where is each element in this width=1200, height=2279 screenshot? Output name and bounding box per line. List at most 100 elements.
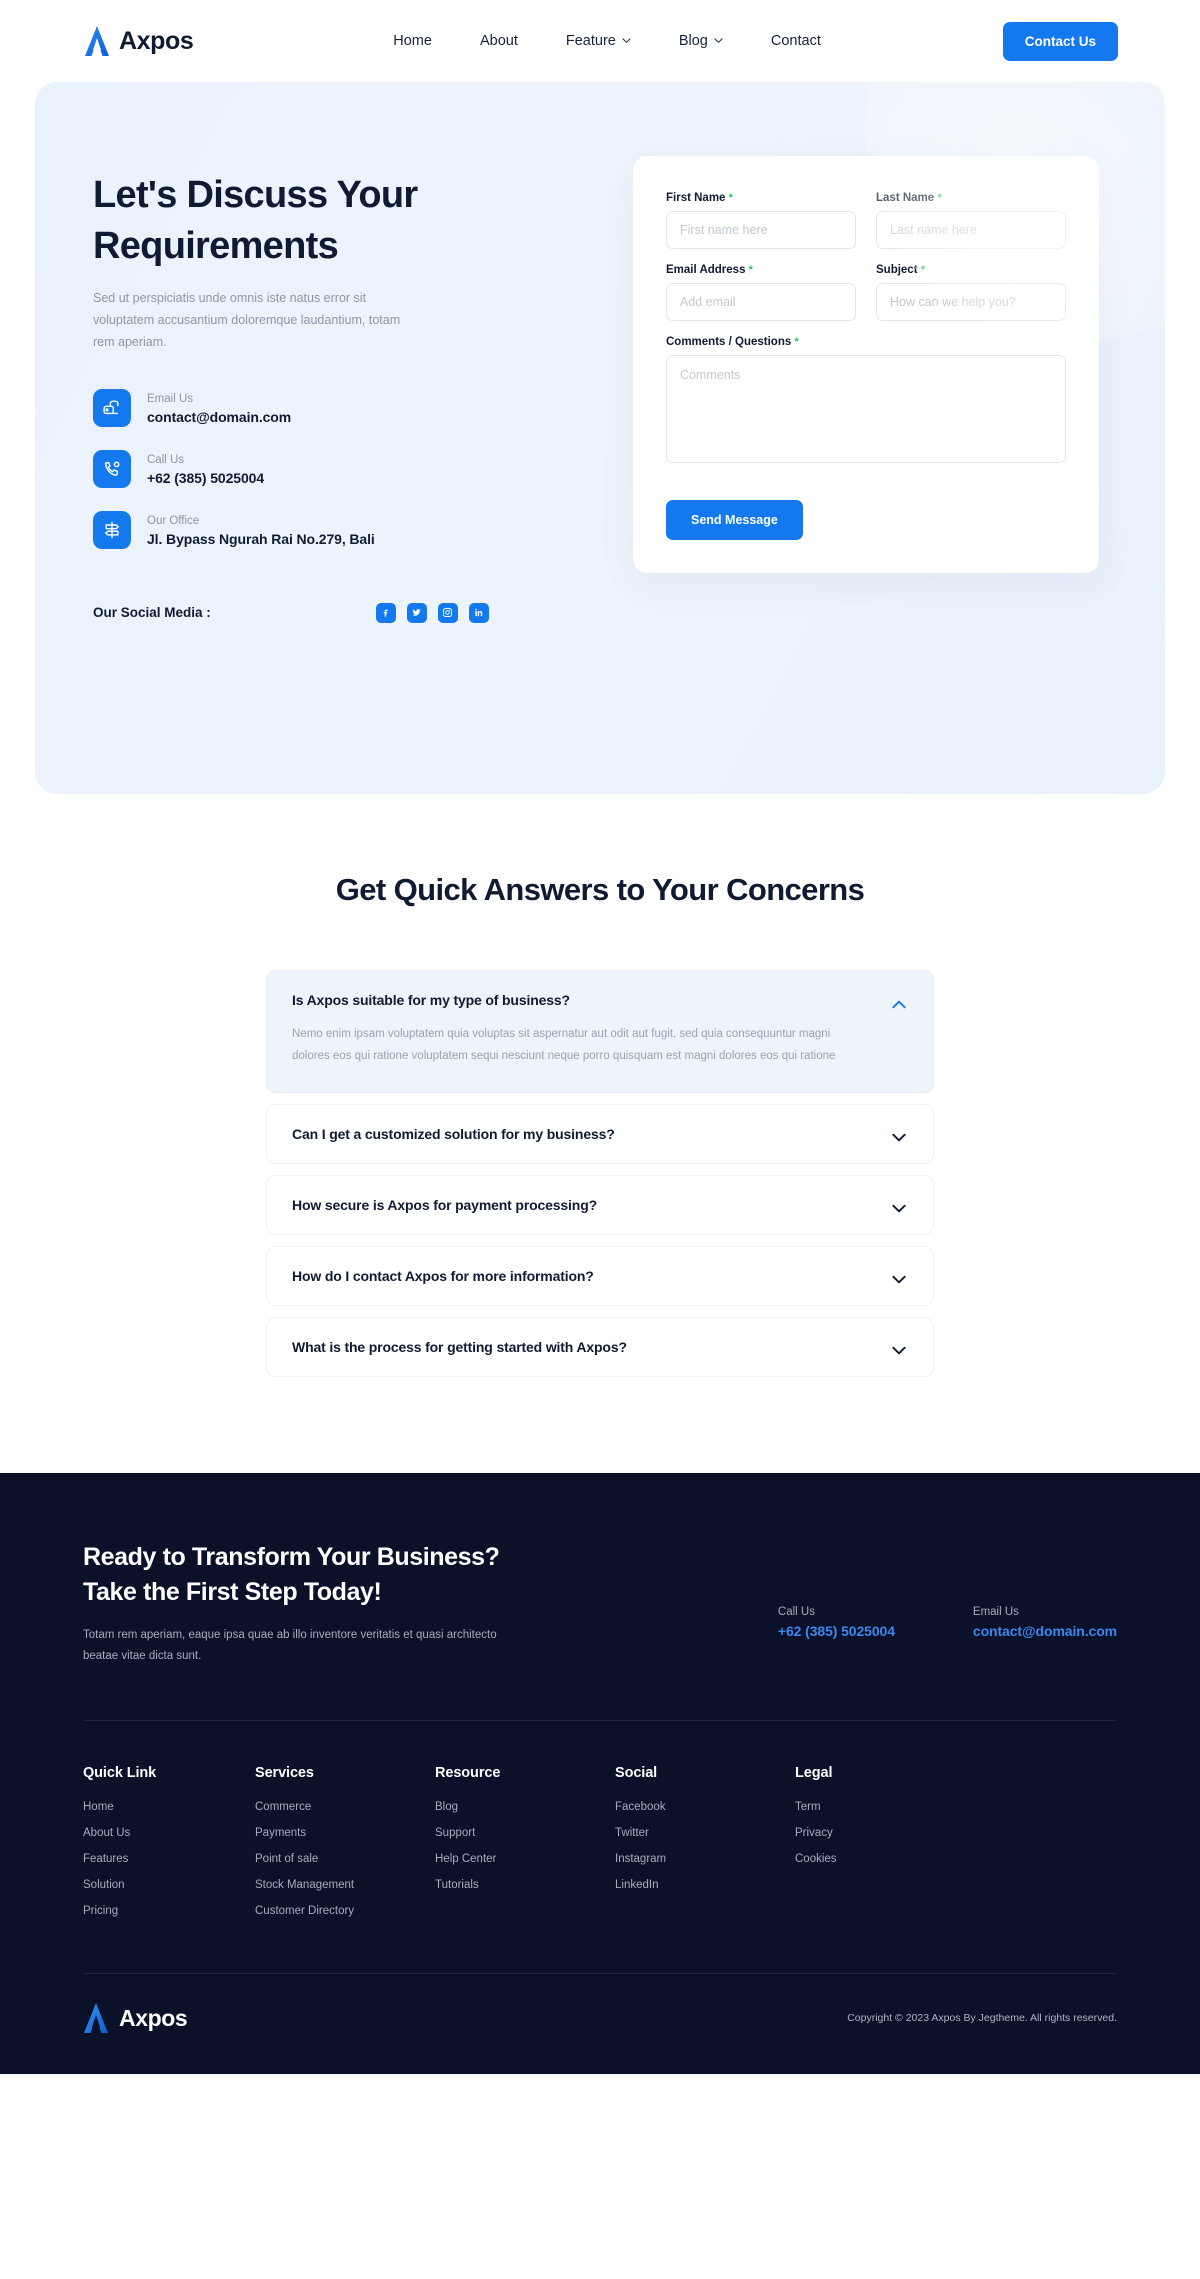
last-name-input[interactable] [876,211,1066,249]
field-last-name: Last Name * [876,192,1066,249]
faq-answer: Nemo enim ipsam voluptatem quia voluptas… [292,1028,836,1063]
faq-item[interactable]: What is the process for getting started … [266,1316,934,1377]
faq-header[interactable]: Is Axpos suitable for my type of busines… [292,992,906,1008]
chevron-down-icon[interactable] [892,1129,906,1142]
email-input[interactable] [666,283,856,321]
footer-call-block: Call Us +62 (385) 5025004 [778,1606,895,1639]
header-contact-us-button[interactable]: Contact Us [1002,21,1118,61]
footer-link[interactable]: Help Center [435,1853,615,1865]
chevron-down-icon [622,36,631,45]
footer-link[interactable]: Payments [255,1827,435,1839]
hero-section: Let's Discuss Your Requirements Sed ut p… [35,82,1165,794]
faq-item[interactable]: How secure is Axpos for payment processi… [266,1174,934,1235]
linkedin-icon[interactable] [468,602,489,623]
nav-item-blog[interactable]: Blog [679,33,723,49]
footer-call-label: Call Us [777,1605,815,1618]
footer-link[interactable]: Pricing [83,1905,255,1917]
field-first-name: First Name * [666,192,856,249]
comments-textarea[interactable] [666,355,1066,463]
footer-link[interactable]: Home [83,1801,255,1813]
footer-column-title: Social [615,1765,658,1782]
contact-value: +62 (385) 5025004 [147,469,265,486]
first-name-input[interactable] [666,211,856,249]
footer-cta-title: Ready to Transform Your Business? Take t… [83,1540,603,1610]
field-email: Email Address * [666,264,856,321]
social-media-row: Our Social Media : [93,602,605,623]
footer-link[interactable]: Stock Management [255,1879,435,1891]
mailbox-icon [93,388,131,427]
chevron-down-icon[interactable] [892,1342,906,1355]
required-asterisk: * [920,264,926,276]
footer-link[interactable]: Term [795,1801,967,1813]
faq-list: Is Axpos suitable for my type of busines… [266,970,934,1377]
subject-input[interactable] [876,283,1066,321]
nav-label: Home [393,33,432,49]
footer-link[interactable]: Customer Directory [255,1905,435,1917]
chevron-down-icon[interactable] [892,1200,906,1213]
nav-label: About [479,33,518,49]
faq-header[interactable]: How do I contact Axpos for more informat… [292,1268,906,1284]
faq-item[interactable]: Is Axpos suitable for my type of busines… [266,970,934,1093]
footer-link[interactable]: Tutorials [435,1879,615,1891]
brand-logo[interactable]: Axpos [84,25,194,57]
main-nav: Home About Feature Blog Contact [211,33,1002,49]
footer-cta-row: Ready to Transform Your Business? Take t… [83,1540,1117,1668]
footer-email-value[interactable]: contact@domain.com [973,1623,1117,1639]
axpos-logo-icon [84,25,110,57]
site-header: Axpos Home About Feature Blog Contact Co… [0,0,1200,82]
footer-email-label: Email Us [972,1605,1019,1618]
instagram-icon[interactable] [437,602,458,623]
contact-form-card: First Name * Last Name * Email Address * [633,156,1099,573]
footer-call-value[interactable]: +62 (385) 5025004 [778,1623,895,1639]
footer-wrapper: Ready to Transform Your Business? Take t… [83,1540,1117,2075]
social-media-label: Our Social Media : [93,605,211,621]
footer-link[interactable]: Support [435,1827,615,1839]
faq-section: Get Quick Answers to Your Concerns Is Ax… [0,794,1200,1473]
footer-column-title: Legal [795,1765,833,1782]
send-message-button[interactable]: Send Message [666,500,803,540]
footer-brand-logo[interactable]: Axpos [83,2002,188,2034]
faq-header[interactable]: What is the process for getting started … [292,1339,906,1355]
footer-link[interactable]: Point of sale [255,1853,435,1865]
footer-link[interactable]: LinkedIn [615,1879,795,1891]
footer-link[interactable]: Privacy [795,1827,967,1839]
contact-info-phone[interactable]: Call Us +62 (385) 5025004 [93,449,605,488]
footer-link[interactable]: Features [83,1853,255,1865]
contact-info-email[interactable]: Email Us contact@domain.com [93,388,605,427]
required-asterisk: * [728,192,733,204]
footer-cta-title-line2: Take the First Step Today! [83,1577,382,1606]
footer-link[interactable]: Cookies [795,1853,967,1865]
footer-link[interactable]: Solution [83,1879,255,1891]
form-row-names: First Name * Last Name * [666,192,1066,264]
faq-header[interactable]: How secure is Axpos for payment processi… [292,1197,906,1213]
twitter-icon[interactable] [406,602,427,623]
nav-label: Feature [565,33,616,49]
faq-question: Can I get a customized solution for my b… [292,1125,615,1142]
footer-link[interactable]: Blog [435,1801,615,1813]
footer-link[interactable]: Facebook [615,1801,795,1813]
facebook-icon[interactable] [375,602,396,623]
faq-item[interactable]: Can I get a customized solution for my b… [266,1103,934,1164]
nav-item-contact[interactable]: Contact [771,33,821,49]
footer-link[interactable]: About Us [83,1827,255,1839]
footer-link[interactable]: Twitter [615,1827,795,1839]
nav-item-about[interactable]: About [480,33,518,49]
contact-info-office[interactable]: Our Office Jl. Bypass Ngurah Rai No.279,… [93,510,605,549]
faq-header[interactable]: Can I get a customized solution for my b… [292,1126,906,1142]
required-asterisk: * [794,336,799,348]
hero-left-column: Let's Discuss Your Requirements Sed ut p… [85,148,605,732]
chevron-up-icon[interactable] [892,996,906,1008]
contact-value: Jl. Bypass Ngurah Rai No.279, Bali [147,530,375,547]
nav-item-home[interactable]: Home [393,33,432,49]
footer-contact-group: Call Us +62 (385) 5025004 Email Us conta… [778,1540,1117,1639]
faq-item[interactable]: How do I contact Axpos for more informat… [266,1245,934,1306]
contact-label: Our Office [147,514,200,527]
comments-label: Comments / Questions * [666,336,1066,348]
nav-item-feature[interactable]: Feature [566,33,631,49]
page-title: Let's Discuss Your Requirements [93,174,418,267]
label-text: Email Address [666,264,746,276]
footer-email-block: Email Us contact@domain.com [973,1606,1117,1639]
footer-link[interactable]: Instagram [615,1853,795,1865]
footer-link[interactable]: Commerce [255,1801,435,1813]
chevron-down-icon[interactable] [892,1271,906,1284]
